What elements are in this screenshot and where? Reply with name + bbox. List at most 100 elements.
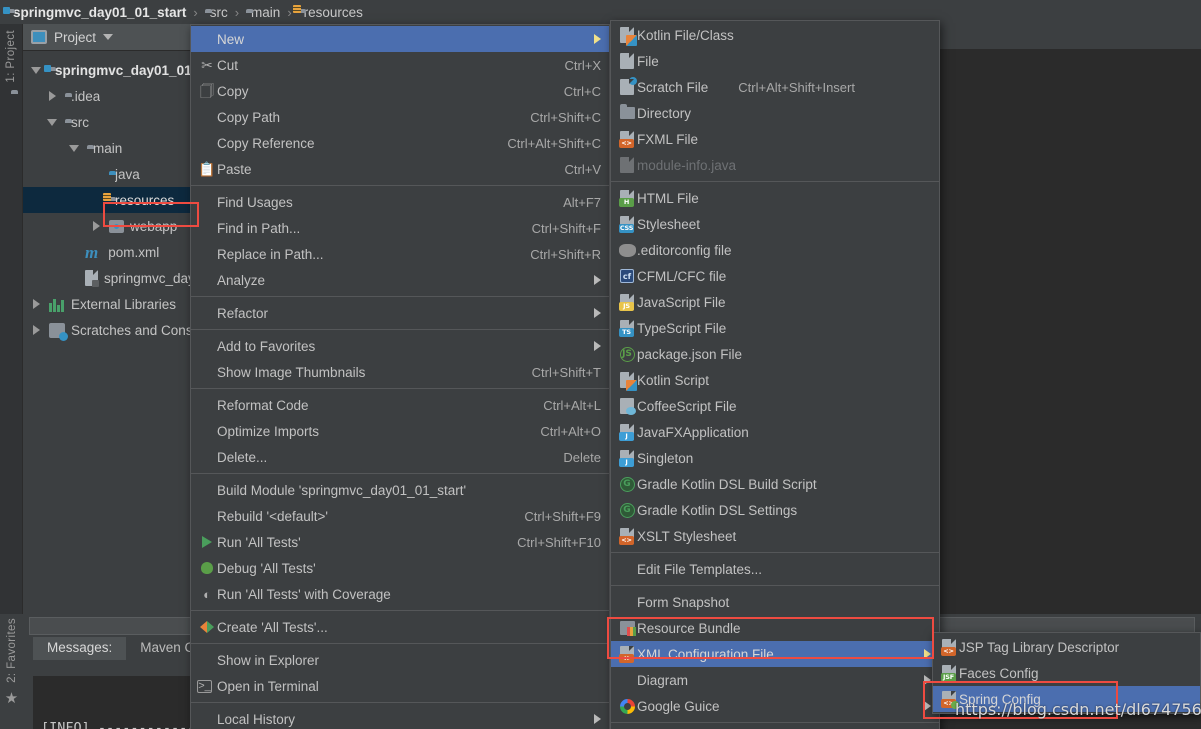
breadcrumb-item-src[interactable]: src: [205, 5, 228, 20]
menu-item-kotlin-script[interactable]: Kotlin Script: [611, 367, 939, 393]
menu-separator: [191, 329, 609, 330]
menu-separator: [191, 296, 609, 297]
menu-item-editorconfig-file[interactable]: .editorconfig file: [611, 237, 939, 263]
menu-item-cfml-cfc-file[interactable]: cf CFML/CFC file: [611, 263, 939, 289]
twisty-down-icon[interactable]: [45, 118, 59, 126]
twisty-down-icon[interactable]: [29, 66, 43, 74]
menu-item-jsp-tag-library-descriptor[interactable]: <> JSP Tag Library Descriptor: [933, 634, 1200, 660]
menu-item-label: Show in Explorer: [217, 652, 320, 668]
xml-configuration-submenu[interactable]: <> JSP Tag Library Descriptor JSF Faces …: [932, 632, 1201, 714]
menu-item-show-in-explorer[interactable]: Show in Explorer: [191, 647, 609, 673]
menu-item-find-usages[interactable]: Find Usages Alt+F7: [191, 189, 609, 215]
menu-item-label: Copy Path: [217, 109, 281, 125]
tab-messages[interactable]: Messages:: [33, 636, 127, 660]
menu-item-file[interactable]: File: [611, 48, 939, 74]
menu-item-fxml-file[interactable]: <> FXML File: [611, 126, 939, 152]
menu-item-javafx-application[interactable]: J JavaFXApplication: [611, 419, 939, 445]
spring-file-icon: <>: [939, 691, 959, 709]
menu-separator: [611, 181, 939, 182]
star-icon: ★: [4, 689, 19, 707]
context-menu[interactable]: New ✂ Cut Ctrl+X 🗍 Copy Ctrl+C Copy Path…: [190, 24, 610, 729]
menu-item-kotlin-file-class[interactable]: Kotlin File/Class: [611, 22, 939, 48]
menu-item-edit-file-templates[interactable]: Edit File Templates...: [611, 556, 939, 582]
menu-item-cut[interactable]: ✂ Cut Ctrl+X: [191, 52, 609, 78]
fxml-file-icon: <>: [617, 131, 637, 148]
menu-item-coffeescript-file[interactable]: CoffeeScript File: [611, 393, 939, 419]
menu-item-open-in-terminal[interactable]: >_ Open in Terminal: [191, 673, 609, 699]
menu-item-html-file[interactable]: H HTML File: [611, 185, 939, 211]
menu-item-label: Create 'All Tests'...: [217, 619, 328, 635]
menu-item-replace-in-path[interactable]: Replace in Path... Ctrl+Shift+R: [191, 241, 609, 267]
menu-item-delete[interactable]: Delete... Delete: [191, 444, 609, 470]
twisty-right-icon[interactable]: [45, 91, 59, 101]
menu-item-optimize-imports[interactable]: Optimize Imports Ctrl+Alt+O: [191, 418, 609, 444]
menu-item-show-image-thumbnails[interactable]: Show Image Thumbnails Ctrl+Shift+T: [191, 359, 609, 385]
menu-item-google-guice[interactable]: Google Guice: [611, 693, 939, 719]
menu-item-stylesheet[interactable]: CSS Stylesheet: [611, 211, 939, 237]
menu-item-run-all-tests[interactable]: Run 'All Tests' Ctrl+Shift+F10: [191, 529, 609, 555]
menu-item-paste[interactable]: 📋 Paste Ctrl+V: [191, 156, 609, 182]
menu-item-diagram[interactable]: Diagram: [611, 667, 939, 693]
menu-item-package-json-file[interactable]: JS package.json File: [611, 341, 939, 367]
submenu-arrow-icon: [594, 308, 601, 318]
tool-window-button-project[interactable]: 1: Project: [5, 30, 17, 83]
menu-item-reformat-code[interactable]: Reformat Code Ctrl+Alt+L: [191, 392, 609, 418]
menu-item-form-snapshot[interactable]: Form Snapshot: [611, 589, 939, 615]
menu-item-run-with-coverage[interactable]: ◐ Run 'All Tests' with Coverage: [191, 581, 609, 607]
menu-item-gradle-kotlin-dsl-build-script[interactable]: G Gradle Kotlin DSL Build Script: [611, 471, 939, 497]
tool-window-button-favorites[interactable]: 2: Favorites: [6, 618, 18, 683]
breadcrumb-label: springmvc_day01_01_start: [13, 4, 187, 20]
menu-item-label: Find in Path...: [217, 220, 301, 236]
menu-item-shortcut: Ctrl+Alt+L: [543, 397, 601, 413]
project-panel-title: Project: [54, 29, 97, 45]
submenu-arrow-icon: [594, 341, 601, 351]
menu-item-refactor[interactable]: Refactor: [191, 300, 609, 326]
menu-item-rebuild[interactable]: Rebuild '<default>' Ctrl+Shift+F9: [191, 503, 609, 529]
twisty-down-icon[interactable]: [67, 144, 81, 152]
menu-item-scratch-file[interactable]: Scratch File Ctrl+Alt+Shift+Insert: [611, 74, 939, 100]
menu-item-label: Optimize Imports: [217, 423, 320, 439]
menu-item-xslt-stylesheet[interactable]: <> XSLT Stylesheet: [611, 523, 939, 549]
twisty-right-icon[interactable]: [29, 299, 43, 309]
breadcrumb-item-module[interactable]: springmvc_day01_01_start: [8, 5, 186, 20]
menu-item-label: Paste: [217, 161, 252, 177]
menu-item-local-history[interactable]: Local History: [191, 706, 609, 729]
breadcrumb-item-main[interactable]: main: [246, 5, 280, 20]
menu-item-debug-all-tests[interactable]: Debug 'All Tests': [191, 555, 609, 581]
menu-item-singleton[interactable]: J Singleton: [611, 445, 939, 471]
menu-item-javascript-file[interactable]: JS JavaScript File: [611, 289, 939, 315]
menu-item-analyze[interactable]: Analyze: [191, 267, 609, 293]
new-submenu[interactable]: Kotlin File/Class File Scratch File Ctrl…: [610, 20, 940, 729]
jsf-file-icon: JSF: [939, 665, 959, 682]
menu-item-copy-path[interactable]: Copy Path Ctrl+Shift+C: [191, 104, 609, 130]
chevron-down-icon[interactable]: [103, 34, 114, 40]
menu-item-spring-config[interactable]: <> Spring Config: [933, 686, 1200, 712]
menu-item-label: package.json File: [637, 346, 743, 362]
html-file-icon: H: [617, 190, 637, 207]
twisty-right-icon[interactable]: [89, 221, 103, 231]
menu-item-find-in-path[interactable]: Find in Path... Ctrl+Shift+F: [191, 215, 609, 241]
menu-item-add-to-favorites[interactable]: Add to Favorites: [191, 333, 609, 359]
submenu-arrow-icon: [594, 714, 601, 724]
menu-item-faces-config[interactable]: JSF Faces Config: [933, 660, 1200, 686]
breadcrumb-item-resources[interactable]: resources: [299, 5, 363, 20]
menu-item-create-all-tests[interactable]: Create 'All Tests'...: [191, 614, 609, 640]
menu-item-build-module[interactable]: Build Module 'springmvc_day01_01_start': [191, 477, 609, 503]
java-class-icon: J: [617, 450, 637, 467]
menu-item-gradle-kotlin-dsl-settings[interactable]: G Gradle Kotlin DSL Settings: [611, 497, 939, 523]
twisty-right-icon[interactable]: [29, 325, 43, 335]
scratches-icon: [49, 322, 68, 341]
java-file-icon: [617, 157, 637, 173]
menu-item-new[interactable]: New: [191, 26, 609, 52]
menu-separator: [191, 610, 609, 611]
menu-item-resource-bundle[interactable]: Resource Bundle: [611, 615, 939, 641]
copy-icon: 🗍: [200, 83, 214, 99]
menu-item-label: Add to Favorites: [217, 338, 316, 354]
menu-item-directory[interactable]: Directory: [611, 100, 939, 126]
menu-item-copy-reference[interactable]: Copy Reference Ctrl+Alt+Shift+C: [191, 130, 609, 156]
menu-item-typescript-file[interactable]: TS TypeScript File: [611, 315, 939, 341]
menu-item-xml-configuration-file[interactable]: <> XML Configuration File: [611, 641, 939, 667]
menu-item-shortcut: Ctrl+Shift+C: [530, 109, 601, 125]
menu-item-label: Stylesheet: [637, 216, 701, 232]
menu-item-copy[interactable]: 🗍 Copy Ctrl+C: [191, 78, 609, 104]
